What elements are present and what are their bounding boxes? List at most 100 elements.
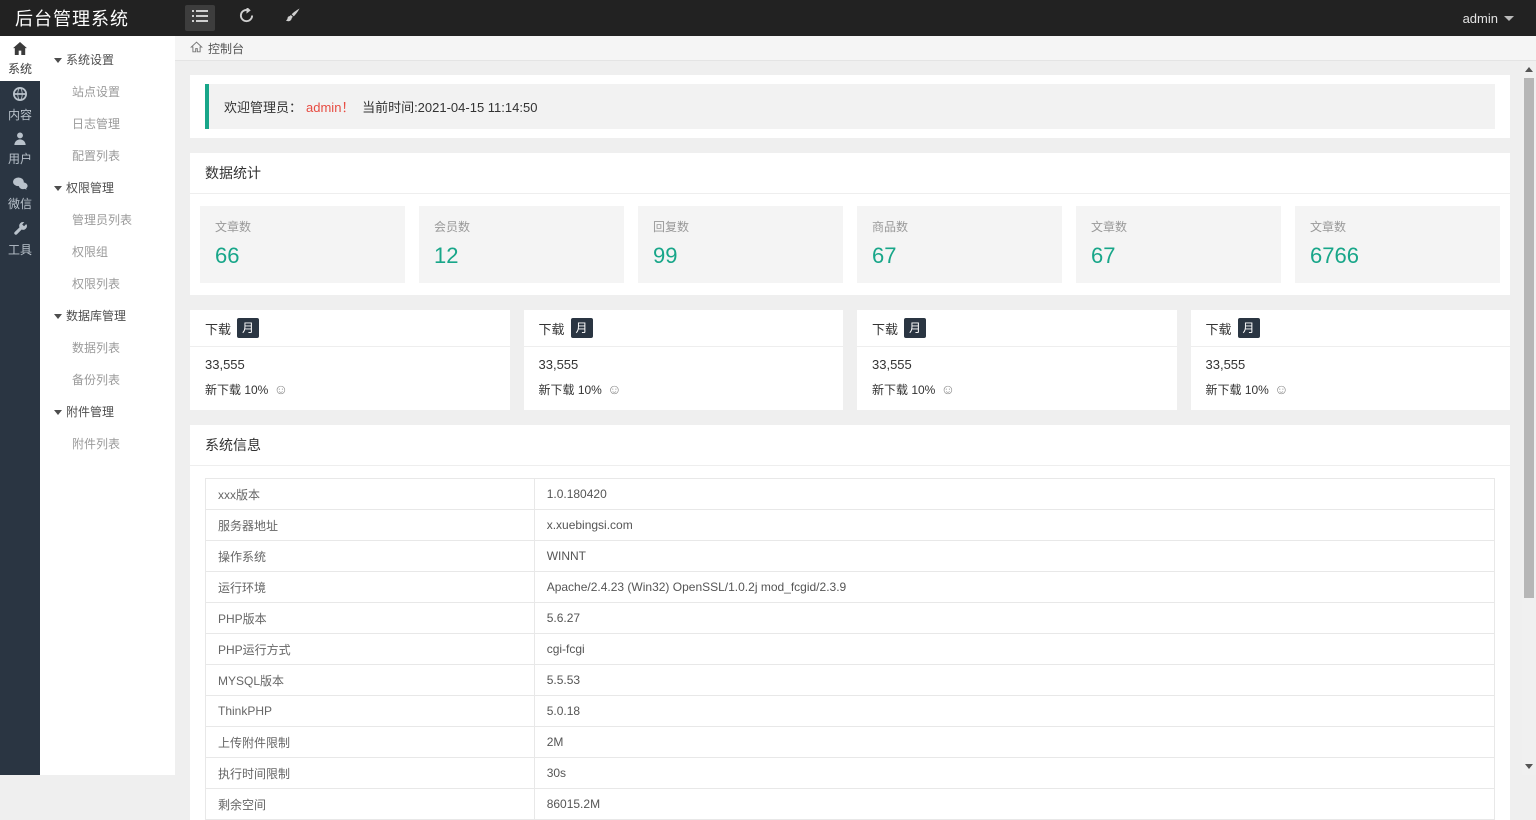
home-outline-icon: [190, 41, 208, 56]
sidebar-item-permission-group[interactable]: 权限组: [40, 236, 175, 268]
info-label: 操作系统: [205, 540, 535, 572]
refresh-button[interactable]: [231, 5, 261, 31]
topbar: 后台管理系统 admin: [0, 0, 1536, 36]
menu-label: 备份列表: [72, 373, 121, 387]
table-row: 上传附件限制 2M: [205, 726, 1496, 758]
stats-row: 文章数 66 会员数 12 回复数 99 商品数 67 文章数 67 文章数 6…: [190, 194, 1510, 295]
download-sub: 新下载 10%: [872, 383, 936, 397]
app-title: 后台管理系统: [15, 9, 129, 29]
sidebar-group-database[interactable]: 数据库管理: [40, 300, 175, 332]
info-label: ThinkPHP: [205, 695, 535, 727]
stat-value: 67: [872, 243, 897, 268]
download-card-body: 33,555 新下载 10% ☺: [1191, 347, 1511, 410]
sidebar-item-admin-list[interactable]: 管理员列表: [40, 204, 175, 236]
user-menu[interactable]: admin: [1463, 11, 1536, 26]
rail-item-tools[interactable]: 工具: [0, 216, 40, 261]
stat-label: 文章数: [215, 220, 252, 234]
info-value: cgi-fcgi: [533, 633, 1496, 665]
smiley-icon: ☺: [940, 381, 955, 397]
download-card-body: 33,555 新下载 10% ☺: [524, 347, 844, 410]
icon-rail: 系统 内容 用户 微信 工具: [0, 36, 40, 775]
system-info-card: 系统信息 xxx版本 1.0.180420 服务器地址 x.xuebingsi.co…: [190, 425, 1510, 820]
info-label: PHP版本: [205, 602, 535, 634]
breadcrumb[interactable]: 控制台: [175, 36, 1536, 61]
rail-item-users[interactable]: 用户: [0, 126, 40, 171]
vertical-scrollbar[interactable]: [1522, 61, 1536, 775]
menu-label: 数据列表: [72, 341, 121, 355]
wechat-comments-icon: [12, 177, 28, 198]
download-card-header: 下载 月: [190, 310, 510, 347]
stat-box-replies: 回复数 99: [638, 206, 843, 283]
stat-box-articles: 文章数 66: [200, 206, 405, 283]
clear-cache-button[interactable]: [277, 5, 307, 31]
wrench-icon: [13, 221, 27, 244]
menu-label: 权限管理: [66, 181, 115, 195]
info-label: 剩余空间: [205, 788, 535, 820]
download-card-header: 下载 月: [857, 310, 1177, 347]
menu-label: 数据库管理: [66, 309, 127, 323]
sidebar-item-attachment-list[interactable]: 附件列表: [40, 428, 175, 460]
info-label: 执行时间限制: [205, 757, 535, 789]
rail-item-wechat[interactable]: 微信: [0, 171, 40, 216]
smiley-icon: ☺: [607, 381, 622, 397]
rail-item-label: 系统: [7, 62, 32, 76]
stat-box-products: 商品数 67: [857, 206, 1062, 283]
sidebar-item-site-settings[interactable]: 站点设置: [40, 76, 175, 108]
sidebar-menu: 系统设置 站点设置 日志管理 配置列表 权限管理 管理员列表 权限组 权限列表 …: [40, 36, 175, 775]
info-label: MYSQL版本: [205, 664, 535, 696]
welcome-card: 欢迎管理员： admin！ 当前时间:2021-04-15 11:14:50: [190, 75, 1510, 138]
download-card: 下载 月 33,555 新下载 10% ☺: [857, 310, 1177, 410]
sidebar-group-permission[interactable]: 权限管理: [40, 172, 175, 204]
sidebar-item-log-management[interactable]: 日志管理: [40, 108, 175, 140]
rail-item-content[interactable]: 内容: [0, 81, 40, 126]
sidebar-group-attachment[interactable]: 附件管理: [40, 396, 175, 428]
sidebar-group-system-settings[interactable]: 系统设置: [40, 44, 175, 76]
chevron-down-icon: [1504, 15, 1514, 21]
scroll-up-arrow-icon[interactable]: [1525, 67, 1533, 72]
stats-title: 数据统计: [190, 153, 1510, 194]
sidebar-item-backup-list[interactable]: 备份列表: [40, 364, 175, 396]
rail-item-label: 微信: [7, 197, 32, 211]
menu-label: 站点设置: [72, 85, 121, 99]
scrollbar-thumb[interactable]: [1524, 78, 1534, 598]
download-card-header: 下载 月: [523, 310, 843, 347]
brush-icon: [285, 8, 300, 28]
table-row: MYSQL版本 5.5.53: [205, 664, 1496, 696]
download-sub: 新下载 10%: [538, 383, 602, 397]
user-name: admin: [1462, 10, 1498, 26]
download-card-body: 33,555 新下载 10% ☺: [857, 347, 1177, 410]
stat-label: 文章数: [1310, 220, 1347, 234]
info-label: 上传附件限制: [205, 726, 535, 758]
scroll-down-arrow-icon[interactable]: [1525, 764, 1533, 769]
info-value: 2M: [533, 726, 1496, 758]
table-row: xxx版本 1.0.180420: [205, 478, 1496, 510]
month-badge: 月: [1237, 318, 1260, 338]
welcome-alert: 欢迎管理员： admin！ 当前时间:2021-04-15 11:14:50: [205, 84, 1495, 129]
welcome-admin-name: admin！: [306, 100, 355, 115]
rail-item-system[interactable]: 系统: [0, 36, 40, 81]
table-row: 剩余空间 86015.2M: [205, 788, 1496, 820]
breadcrumb-label: 控制台: [208, 41, 245, 56]
users-icon: [13, 132, 27, 153]
table-row: 操作系统 WINNT: [205, 540, 1496, 572]
system-info-table: xxx版本 1.0.180420 服务器地址 x.xuebingsi.com 操作系…: [205, 478, 1496, 820]
globe-icon: [13, 86, 27, 109]
download-title: 下载: [1205, 321, 1232, 337]
menu-label: 配置列表: [72, 149, 121, 163]
menu-label: 附件列表: [72, 437, 121, 451]
rail-item-label: 工具: [7, 242, 32, 257]
menu-label: 管理员列表: [72, 213, 133, 227]
sidebar-item-data-list[interactable]: 数据列表: [40, 332, 175, 364]
sidebar-item-config-list[interactable]: 配置列表: [40, 140, 175, 172]
smiley-icon: ☺: [1274, 381, 1289, 397]
sidebar-toggle-button[interactable]: [185, 5, 215, 31]
stat-value: 6766: [1310, 243, 1359, 268]
sidebar-item-permission-list[interactable]: 权限列表: [40, 268, 175, 300]
download-count: 33,555: [872, 357, 912, 372]
caret-down-icon: [54, 57, 62, 63]
stat-box-members: 会员数 12: [419, 206, 624, 283]
main-area: 控制台 欢迎管理员： admin！ 当前时间:2021-04-15 11:14:5…: [175, 36, 1536, 820]
refresh-icon: [239, 6, 254, 28]
download-cards-row: 下载 月 33,555 新下载 10% ☺ 下载 月 33,555 新下载 10…: [190, 310, 1510, 410]
download-count: 33,555: [1205, 357, 1246, 372]
